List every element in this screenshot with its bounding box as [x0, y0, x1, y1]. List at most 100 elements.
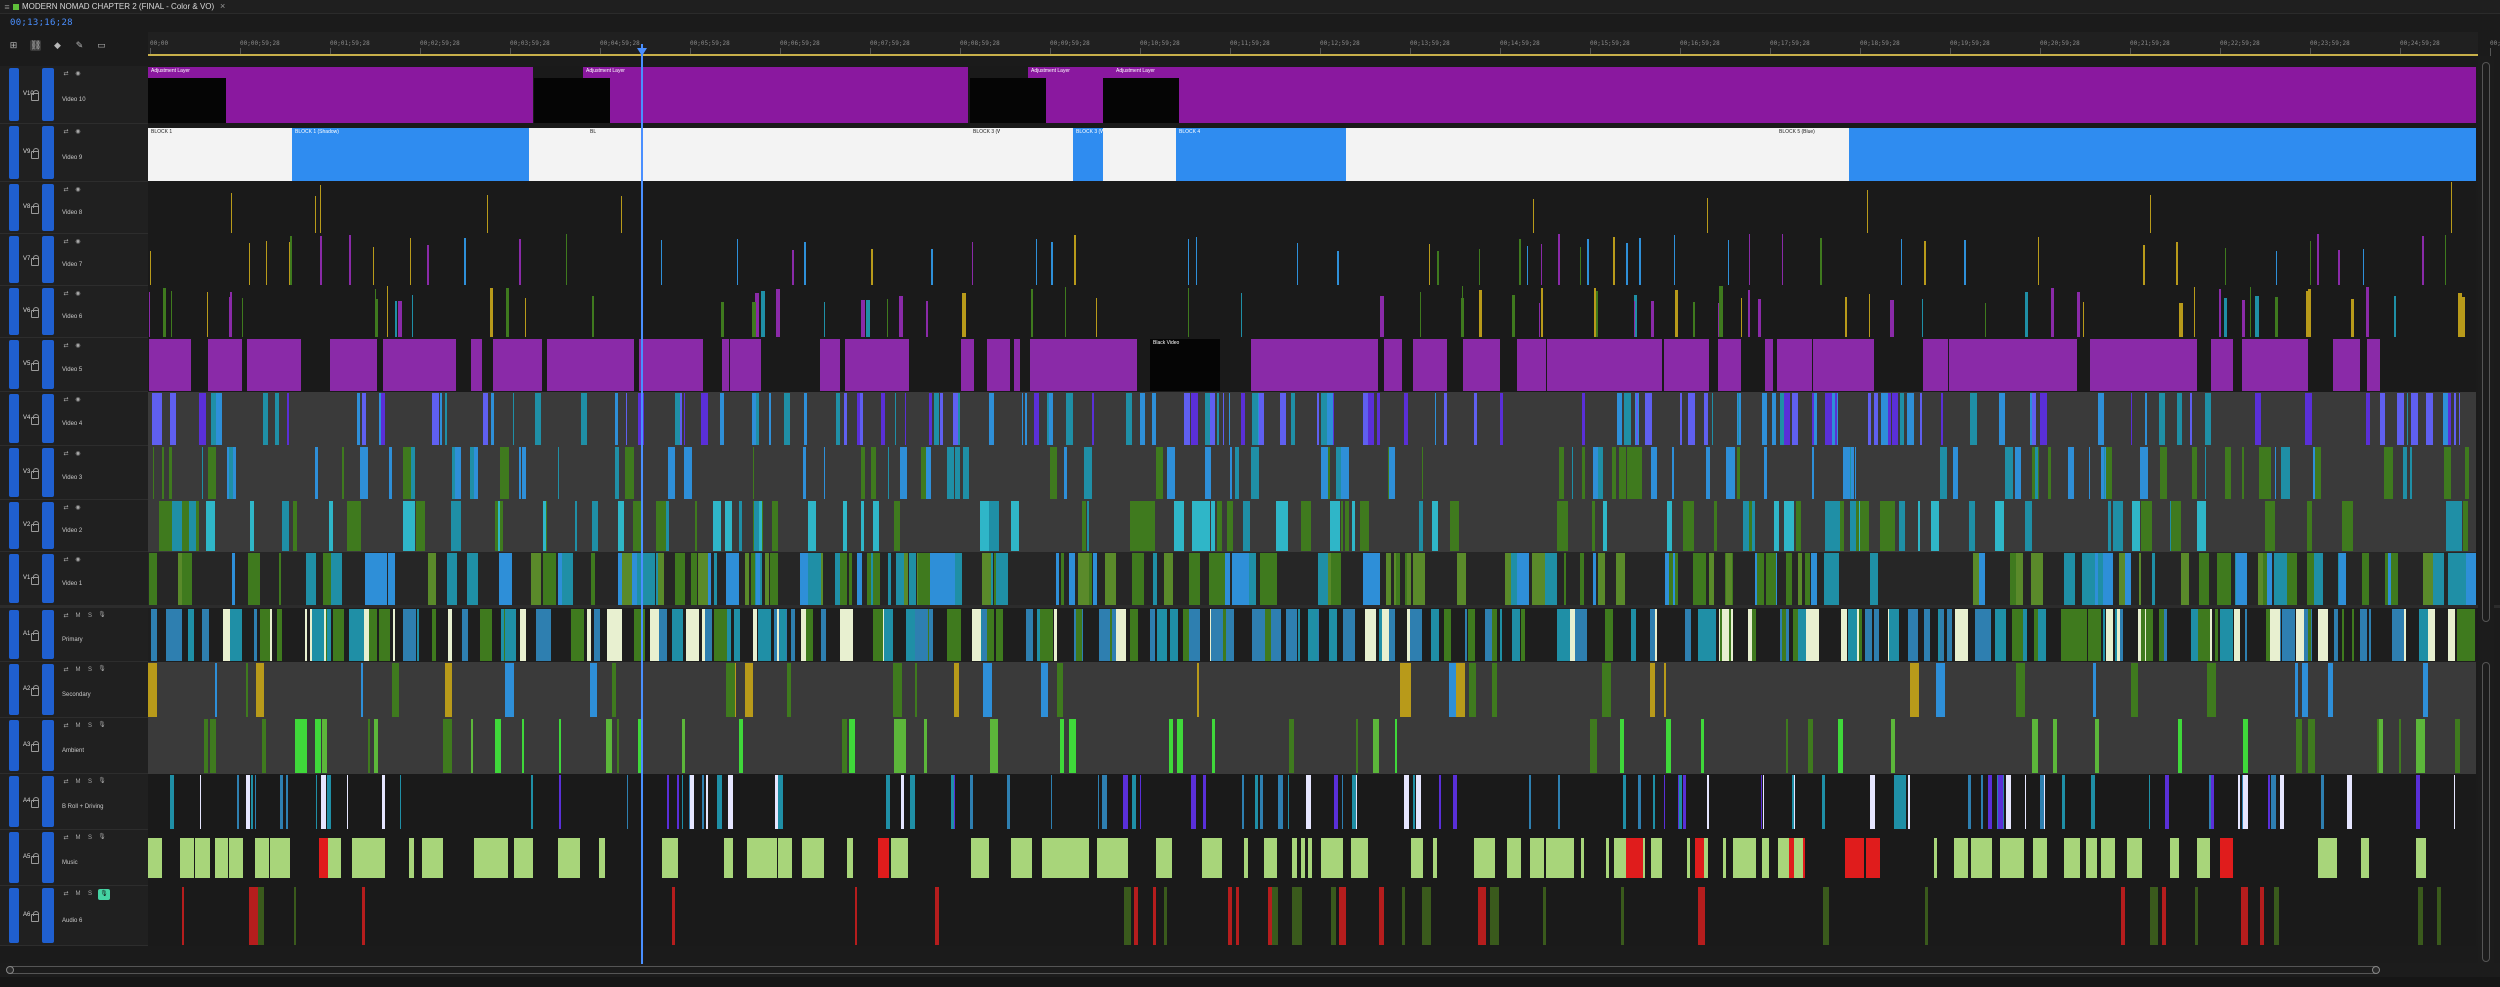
- media-clip[interactable]: [535, 393, 541, 445]
- purple-video-clip[interactable]: [471, 339, 482, 391]
- music-clip[interactable]: [1695, 838, 1704, 878]
- music-clip[interactable]: [474, 838, 490, 878]
- media-clip[interactable]: [230, 609, 242, 661]
- media-clip[interactable]: [625, 447, 634, 499]
- media-clip[interactable]: [232, 553, 235, 605]
- media-clip[interactable]: [1341, 501, 1343, 551]
- media-clip[interactable]: [208, 447, 216, 499]
- media-clip[interactable]: [553, 553, 556, 605]
- media-clip[interactable]: [2271, 775, 2276, 829]
- mute-button[interactable]: M: [74, 722, 82, 730]
- audio-clip[interactable]: [2241, 887, 2248, 945]
- media-clip[interactable]: [1651, 447, 1657, 499]
- media-clip[interactable]: [1822, 775, 1825, 829]
- music-clip[interactable]: [1244, 838, 1248, 878]
- media-clip[interactable]: [929, 393, 932, 445]
- music-clip[interactable]: [1049, 838, 1064, 878]
- media-clip[interactable]: [1653, 775, 1655, 829]
- music-clip[interactable]: [1075, 838, 1089, 878]
- media-clip[interactable]: [1602, 663, 1611, 717]
- media-clip[interactable]: [1461, 298, 1464, 337]
- media-clip[interactable]: [2038, 237, 2039, 285]
- media-clip[interactable]: [2307, 501, 2312, 551]
- media-clip[interactable]: [714, 553, 717, 605]
- media-clip[interactable]: [1572, 447, 1573, 499]
- music-clip[interactable]: [422, 838, 437, 878]
- media-clip[interactable]: [427, 245, 429, 285]
- audio-clip[interactable]: [294, 887, 296, 945]
- media-clip[interactable]: [1026, 609, 1033, 661]
- media-clip[interactable]: [1941, 393, 1943, 445]
- media-clip[interactable]: [769, 393, 771, 445]
- media-clip[interactable]: [2136, 501, 2140, 551]
- media-clip[interactable]: [1741, 298, 1742, 337]
- purple-video-clip[interactable]: [2162, 339, 2197, 391]
- media-clip[interactable]: [2044, 775, 2045, 829]
- media-clip[interactable]: [2225, 447, 2231, 499]
- music-clip[interactable]: [2127, 838, 2142, 878]
- lock-track-icon[interactable]: [31, 797, 39, 808]
- media-clip[interactable]: [1011, 501, 1019, 551]
- media-clip[interactable]: [499, 553, 512, 605]
- media-clip[interactable]: [2287, 553, 2297, 605]
- media-clip[interactable]: [1217, 393, 1219, 445]
- media-clip[interactable]: [1988, 775, 1992, 829]
- track-row-a6[interactable]: [148, 886, 2476, 946]
- media-clip[interactable]: [1636, 393, 1638, 445]
- music-clip[interactable]: [2086, 838, 2091, 878]
- media-clip[interactable]: [362, 393, 366, 445]
- source-patch-v9[interactable]: [9, 126, 19, 179]
- sync-lock-icon[interactable]: ⇄: [62, 556, 70, 564]
- media-clip[interactable]: [2366, 287, 2369, 337]
- media-clip[interactable]: [1922, 299, 1923, 337]
- sync-lock-icon[interactable]: ⇄: [62, 342, 70, 350]
- media-clip[interactable]: [849, 553, 852, 605]
- media-clip[interactable]: [2242, 300, 2245, 337]
- media-clip[interactable]: [2276, 251, 2277, 285]
- voice-over-record-icon[interactable]: 🎙: [98, 833, 106, 841]
- media-clip[interactable]: [1841, 609, 1847, 661]
- media-clip[interactable]: [2190, 393, 2192, 445]
- media-clip[interactable]: [1419, 501, 1423, 551]
- media-clip[interactable]: [801, 609, 806, 661]
- media-clip[interactable]: [1529, 775, 1531, 829]
- block-clip[interactable]: BL: [587, 128, 820, 181]
- media-clip[interactable]: [1995, 501, 2004, 551]
- media-clip[interactable]: [1666, 719, 1671, 773]
- toggle-output-eye-icon[interactable]: ◉: [74, 128, 82, 136]
- media-clip[interactable]: [149, 553, 157, 605]
- media-clip[interactable]: [1140, 393, 1145, 445]
- media-clip[interactable]: [1890, 300, 1894, 337]
- music-clip[interactable]: [1581, 838, 1584, 878]
- media-clip[interactable]: [2462, 297, 2465, 337]
- media-clip[interactable]: [1286, 609, 1297, 661]
- media-clip[interactable]: [1092, 393, 1094, 445]
- media-clip[interactable]: [1940, 447, 1947, 499]
- purple-video-clip[interactable]: [852, 339, 858, 391]
- media-clip[interactable]: [2281, 447, 2290, 499]
- purple-video-clip[interactable]: [862, 339, 880, 391]
- media-clip[interactable]: [2380, 393, 2385, 445]
- media-clip[interactable]: [840, 553, 847, 605]
- media-clip[interactable]: [745, 553, 749, 605]
- media-clip[interactable]: [1205, 393, 1210, 445]
- media-clip[interactable]: [166, 609, 176, 661]
- media-clip[interactable]: [1025, 393, 1027, 445]
- audio-clip[interactable]: [1134, 887, 1138, 945]
- media-clip[interactable]: [260, 609, 270, 661]
- media-clip[interactable]: [1953, 447, 1958, 499]
- lock-track-icon[interactable]: [31, 741, 39, 752]
- media-clip[interactable]: [1918, 501, 1920, 551]
- media-clip[interactable]: [1153, 553, 1157, 605]
- media-clip[interactable]: [2339, 553, 2346, 605]
- media-clip[interactable]: [1069, 719, 1076, 773]
- media-clip[interactable]: [2225, 248, 2226, 285]
- media-clip[interactable]: [151, 609, 157, 661]
- music-clip[interactable]: [490, 838, 503, 878]
- media-clip[interactable]: [910, 775, 915, 829]
- media-clip[interactable]: [2238, 775, 2240, 829]
- media-clip[interactable]: [315, 196, 316, 233]
- media-clip[interactable]: [277, 609, 282, 661]
- media-clip[interactable]: [1969, 501, 1975, 551]
- media-clip[interactable]: [1924, 609, 1930, 661]
